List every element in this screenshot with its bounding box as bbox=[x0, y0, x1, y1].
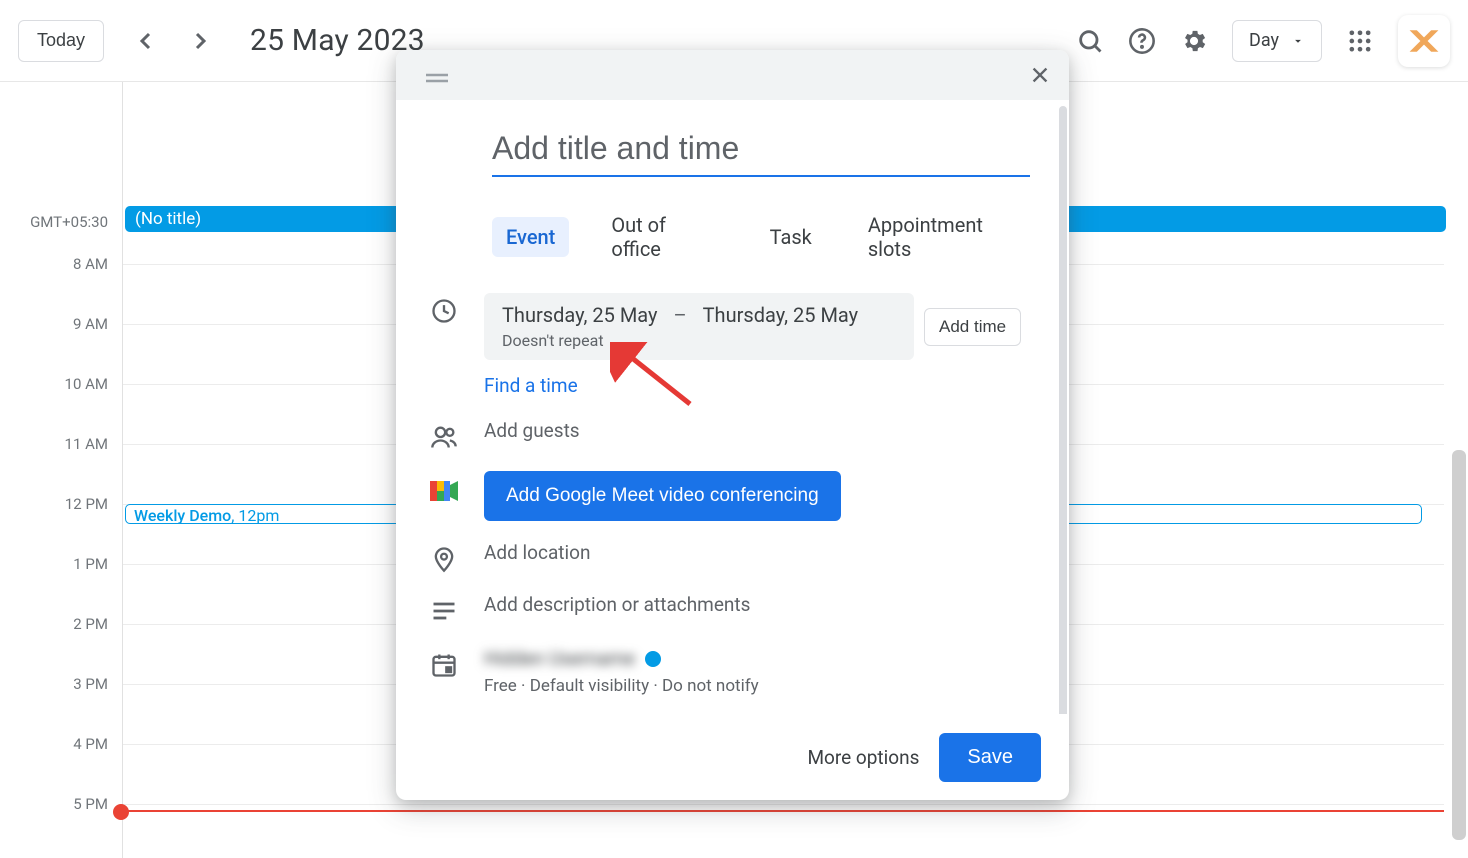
calendar-owner-name: Hidden Username bbox=[484, 647, 635, 670]
hour-label: 2 PM bbox=[73, 615, 108, 633]
time-gutter-header: GMT+05:30 bbox=[0, 82, 122, 236]
location-placeholder[interactable]: Add location bbox=[484, 541, 590, 564]
hour-label: 9 AM bbox=[73, 315, 108, 333]
start-date: Thursday, 25 May bbox=[502, 303, 658, 327]
hour-label: 1 PM bbox=[73, 555, 108, 573]
calendar-status-line[interactable]: Free · Default visibility · Do not notif… bbox=[484, 676, 1035, 696]
event-create-dialog: Event Out of office Task Appointment slo… bbox=[396, 50, 1069, 800]
chevron-down-icon bbox=[1291, 34, 1305, 48]
dialog-scrollbar[interactable] bbox=[1059, 106, 1067, 714]
hour-label: 10 AM bbox=[65, 375, 108, 393]
calendar-name-row[interactable]: Hidden Username bbox=[484, 647, 1035, 670]
row-date-time: Thursday, 25 May – Thursday, 25 May Does… bbox=[430, 293, 1035, 360]
search-icon[interactable] bbox=[1076, 27, 1104, 55]
row-meet: Add Google Meet video conferencing bbox=[430, 471, 1035, 521]
brand-logo[interactable] bbox=[1398, 15, 1450, 67]
end-date: Thursday, 25 May bbox=[703, 303, 859, 327]
guests-placeholder[interactable]: Add guests bbox=[484, 419, 580, 442]
close-icon[interactable] bbox=[1029, 64, 1051, 86]
event-time: 12pm bbox=[238, 506, 279, 524]
page-scrollbar[interactable] bbox=[1448, 82, 1468, 858]
dialog-body: Event Out of office Task Appointment slo… bbox=[396, 100, 1069, 714]
location-icon bbox=[430, 545, 458, 573]
scrollbar-thumb[interactable] bbox=[1452, 450, 1466, 840]
tab-event[interactable]: Event bbox=[492, 217, 569, 257]
hour-label: 12 PM bbox=[65, 495, 108, 513]
timezone-label: GMT+05:30 bbox=[30, 213, 108, 231]
topbar-right: Day bbox=[1076, 15, 1450, 67]
drag-handle-icon[interactable] bbox=[426, 69, 448, 81]
prev-day-icon[interactable] bbox=[134, 29, 158, 53]
hour-label: 3 PM bbox=[73, 675, 108, 693]
date-range-picker[interactable]: Thursday, 25 May – Thursday, 25 May Does… bbox=[484, 293, 914, 360]
time-gutter: 8 AM 9 AM 10 AM 11 AM 12 PM 1 PM 2 PM 3 … bbox=[0, 236, 122, 858]
date-nav bbox=[134, 29, 212, 53]
google-meet-icon bbox=[430, 479, 458, 503]
hour-label: 5 PM bbox=[73, 795, 108, 813]
gear-icon[interactable] bbox=[1180, 27, 1208, 55]
event-title: Weekly Demo bbox=[134, 506, 231, 524]
hour-line bbox=[123, 804, 1444, 805]
today-label: Today bbox=[37, 30, 85, 51]
calendar-color-dot bbox=[645, 651, 661, 667]
row-description: Add description or attachments bbox=[430, 593, 1035, 625]
guests-icon bbox=[430, 423, 458, 451]
event-title-input[interactable] bbox=[492, 124, 1030, 177]
tab-task[interactable]: Task bbox=[756, 217, 826, 257]
view-selector[interactable]: Day bbox=[1232, 20, 1322, 62]
description-icon bbox=[430, 597, 458, 625]
tab-appointment-slots[interactable]: Appointment slots bbox=[854, 205, 1035, 269]
hour-label: 8 AM bbox=[73, 255, 108, 273]
calendar-icon bbox=[430, 651, 458, 679]
date-dash: – bbox=[674, 303, 687, 327]
clock-icon bbox=[430, 297, 458, 325]
row-guests: Add guests bbox=[430, 419, 1035, 451]
tab-out-of-office[interactable]: Out of office bbox=[597, 205, 727, 269]
apps-grid-icon[interactable] bbox=[1346, 27, 1374, 55]
row-location: Add location bbox=[430, 541, 1035, 573]
dialog-header[interactable] bbox=[396, 50, 1069, 100]
find-a-time-link[interactable]: Find a time bbox=[484, 374, 1035, 397]
view-label: Day bbox=[1249, 30, 1279, 51]
hour-label: 4 PM bbox=[73, 735, 108, 753]
help-icon[interactable] bbox=[1128, 27, 1156, 55]
add-meet-button[interactable]: Add Google Meet video conferencing bbox=[484, 471, 841, 521]
allday-event-title: (No title) bbox=[135, 209, 201, 229]
repeat-label: Doesn't repeat bbox=[502, 331, 896, 350]
row-calendar-settings: Hidden Username Free · Default visibilit… bbox=[430, 647, 1035, 696]
today-button[interactable]: Today bbox=[18, 20, 104, 62]
next-day-icon[interactable] bbox=[188, 29, 212, 53]
more-options-button[interactable]: More options bbox=[807, 746, 919, 769]
save-button[interactable]: Save bbox=[939, 733, 1041, 782]
add-time-button[interactable]: Add time bbox=[924, 308, 1021, 346]
description-placeholder[interactable]: Add description or attachments bbox=[484, 593, 750, 616]
current-time-indicator bbox=[115, 810, 1444, 812]
hour-label: 11 AM bbox=[65, 435, 108, 453]
event-type-tabs: Event Out of office Task Appointment slo… bbox=[492, 205, 1035, 269]
dialog-footer: More options Save bbox=[396, 714, 1069, 800]
